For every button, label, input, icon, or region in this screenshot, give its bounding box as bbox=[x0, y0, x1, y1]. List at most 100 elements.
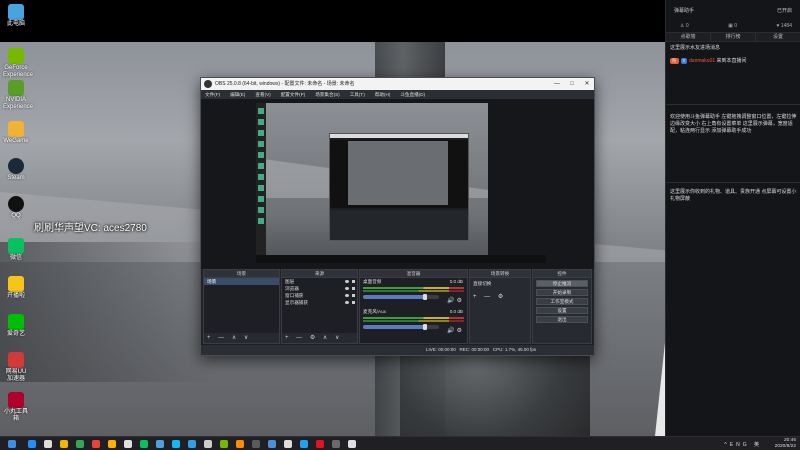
source-item[interactable]: 显示器捕获 bbox=[282, 299, 357, 306]
stop-streaming-button[interactable]: 停止推流 bbox=[536, 280, 588, 287]
menu-view[interactable]: 查看(V) bbox=[255, 90, 270, 99]
taskbar-app-icon[interactable] bbox=[156, 440, 164, 448]
taskbar-app-icon[interactable] bbox=[284, 440, 292, 448]
wegame-icon bbox=[8, 121, 24, 137]
settings-button[interactable]: 设置 bbox=[536, 307, 588, 314]
menu-help[interactable]: 帮助(H) bbox=[375, 90, 391, 99]
volume-slider[interactable] bbox=[363, 324, 439, 330]
menu-file[interactable]: 文件(F) bbox=[205, 90, 220, 99]
taskbar-app-icon[interactable] bbox=[108, 440, 116, 448]
taskbar-app-icon[interactable] bbox=[44, 440, 52, 448]
eye-icon[interactable] bbox=[345, 301, 349, 304]
nested-preview-canvas bbox=[348, 141, 448, 205]
speaker-icon[interactable]: 🔊 bbox=[447, 328, 456, 334]
taskbar-app-icon[interactable] bbox=[92, 440, 100, 448]
wallpaper-shadow bbox=[0, 242, 220, 382]
scenes-toolbar[interactable]: + — ∧ ∨ bbox=[204, 333, 279, 343]
source-label: 图层 bbox=[285, 279, 295, 284]
audio-meter bbox=[363, 317, 464, 319]
tray-ime[interactable]: ENG 英 bbox=[730, 442, 762, 448]
menu-profile[interactable]: 配置文件(P) bbox=[281, 90, 306, 99]
desktop-icon-qq[interactable]: QQ bbox=[3, 196, 29, 220]
desktop-icon-uu[interactable]: 网易UU加速器 bbox=[3, 352, 29, 383]
lock-icon[interactable] bbox=[352, 294, 355, 297]
dock-title: 控件 bbox=[533, 270, 591, 278]
steam-icon bbox=[8, 158, 24, 174]
toolbox-icon bbox=[8, 392, 24, 408]
taskbar-app-icon[interactable] bbox=[348, 440, 356, 448]
start-recording-button[interactable]: 开始录制 bbox=[536, 289, 588, 296]
desktop-icon-kaibo[interactable]: 开播啦 bbox=[3, 276, 29, 300]
eye-icon[interactable] bbox=[345, 294, 349, 297]
desktop-icon-label: 微信 bbox=[9, 255, 22, 261]
obs-logo-icon bbox=[204, 80, 212, 88]
panel-status[interactable]: 已开启 bbox=[777, 7, 792, 14]
gear-icon[interactable]: ⚙ bbox=[457, 328, 464, 334]
taskbar-app-icon[interactable] bbox=[28, 440, 36, 448]
obs-preview[interactable] bbox=[201, 99, 594, 269]
mixer-channels: 桌面音频 0.0 dB 🔊⚙ 麦克风/Aux 0.0 dB 🔊⚙ bbox=[360, 278, 467, 343]
taskbar-app-icon[interactable] bbox=[332, 440, 340, 448]
tab-ranking[interactable]: 排行榜 bbox=[711, 33, 756, 41]
menu-tools[interactable]: 工具(T) bbox=[350, 90, 365, 99]
close-button[interactable]: ✕ bbox=[580, 78, 594, 90]
taskbar-app-icon[interactable] bbox=[124, 440, 132, 448]
taskbar-app-icon[interactable] bbox=[252, 440, 260, 448]
sources-toolbar[interactable]: + — ⚙ ∧ ∨ bbox=[282, 333, 357, 343]
gear-icon[interactable]: ⚙ bbox=[457, 298, 464, 304]
lock-icon[interactable] bbox=[352, 280, 355, 283]
eye-icon[interactable] bbox=[345, 280, 349, 283]
lock-icon[interactable] bbox=[352, 287, 355, 290]
source-item[interactable]: 浏览器 bbox=[282, 285, 357, 292]
scene-item[interactable]: 场景 bbox=[204, 278, 279, 285]
desktop-icon-wechat[interactable]: 微信 bbox=[3, 238, 29, 262]
tab-song-wall[interactable]: 点歌墙 bbox=[666, 33, 711, 41]
tray-icons[interactable]: ^ENG 英 bbox=[724, 441, 762, 448]
source-item[interactable]: 窗口捕获 bbox=[282, 292, 357, 299]
menu-edit[interactable]: 编辑(E) bbox=[230, 90, 245, 99]
volume-knob[interactable] bbox=[423, 324, 428, 330]
studio-mode-button[interactable]: 工作室模式 bbox=[536, 298, 588, 305]
speaker-icon[interactable]: 🔊 bbox=[447, 298, 456, 304]
taskbar-app-icon[interactable] bbox=[316, 440, 324, 448]
taskbar-app-icon[interactable] bbox=[172, 440, 180, 448]
transitions-toolbar[interactable]: + — ⚙ bbox=[470, 290, 530, 303]
eye-icon[interactable] bbox=[345, 287, 349, 290]
desktop-icon-steam[interactable]: Steam bbox=[3, 158, 29, 182]
desktop-icon-label: QQ bbox=[11, 213, 21, 219]
exit-button[interactable]: 退出 bbox=[536, 316, 588, 323]
source-item[interactable]: 图层 bbox=[282, 278, 357, 285]
taskbar-app-icon[interactable] bbox=[300, 440, 308, 448]
desktop-icon-nvidia[interactable]: NVIDIA Experience bbox=[3, 80, 33, 111]
panel-message: 这里展示水友进场消息 bbox=[670, 45, 721, 51]
taskbar-app-icon[interactable] bbox=[268, 440, 276, 448]
taskbar-app-icon[interactable] bbox=[204, 440, 212, 448]
tray-clock[interactable]: 20:46 2020/8/22 bbox=[775, 438, 796, 450]
desktop-icon-geforce[interactable]: GeForce Experience bbox=[3, 48, 33, 79]
menu-scene-collection[interactable]: 场景集合(S) bbox=[315, 90, 340, 99]
desktop-icon-toolbox[interactable]: 小丸工具箱 bbox=[3, 392, 29, 423]
taskbar-app-icon[interactable] bbox=[76, 440, 84, 448]
minimize-button[interactable]: — bbox=[550, 78, 564, 90]
volume-slider[interactable] bbox=[363, 294, 439, 300]
transition-select[interactable]: 直接切换 bbox=[470, 278, 530, 290]
desktop-icon-this-pc[interactable]: 此电脑 bbox=[3, 4, 29, 28]
transitions-body: 直接切换 + — ⚙ bbox=[470, 278, 530, 333]
tab-settings[interactable]: 设置 bbox=[756, 33, 800, 41]
taskbar-app-icon[interactable] bbox=[236, 440, 244, 448]
lock-icon[interactable] bbox=[352, 301, 355, 304]
transitions-dock: 场景转换 直接切换 + — ⚙ bbox=[469, 269, 531, 344]
fan-badge: 粉 bbox=[670, 58, 679, 64]
obs-titlebar[interactable]: OBS 25.0.8 (64-bit, windows) - 配置文件: 未命名… bbox=[201, 78, 594, 90]
menu-douyu[interactable]: 斗鱼直播(D) bbox=[400, 90, 425, 99]
desktop-icon-wegame[interactable]: WeGame bbox=[3, 121, 29, 145]
maximize-button[interactable]: □ bbox=[565, 78, 579, 90]
taskbar-app-icon[interactable] bbox=[60, 440, 68, 448]
taskbar-app-icon[interactable] bbox=[220, 440, 228, 448]
taskbar-app-icon[interactable] bbox=[188, 440, 196, 448]
windows-start-icon[interactable] bbox=[8, 440, 16, 448]
stat-heart: ♥ 1484 bbox=[776, 23, 792, 29]
taskbar-app-icon[interactable] bbox=[140, 440, 148, 448]
desktop-icon-iqiyi[interactable]: 爱奇艺 bbox=[3, 314, 29, 338]
volume-knob[interactable] bbox=[423, 294, 428, 300]
